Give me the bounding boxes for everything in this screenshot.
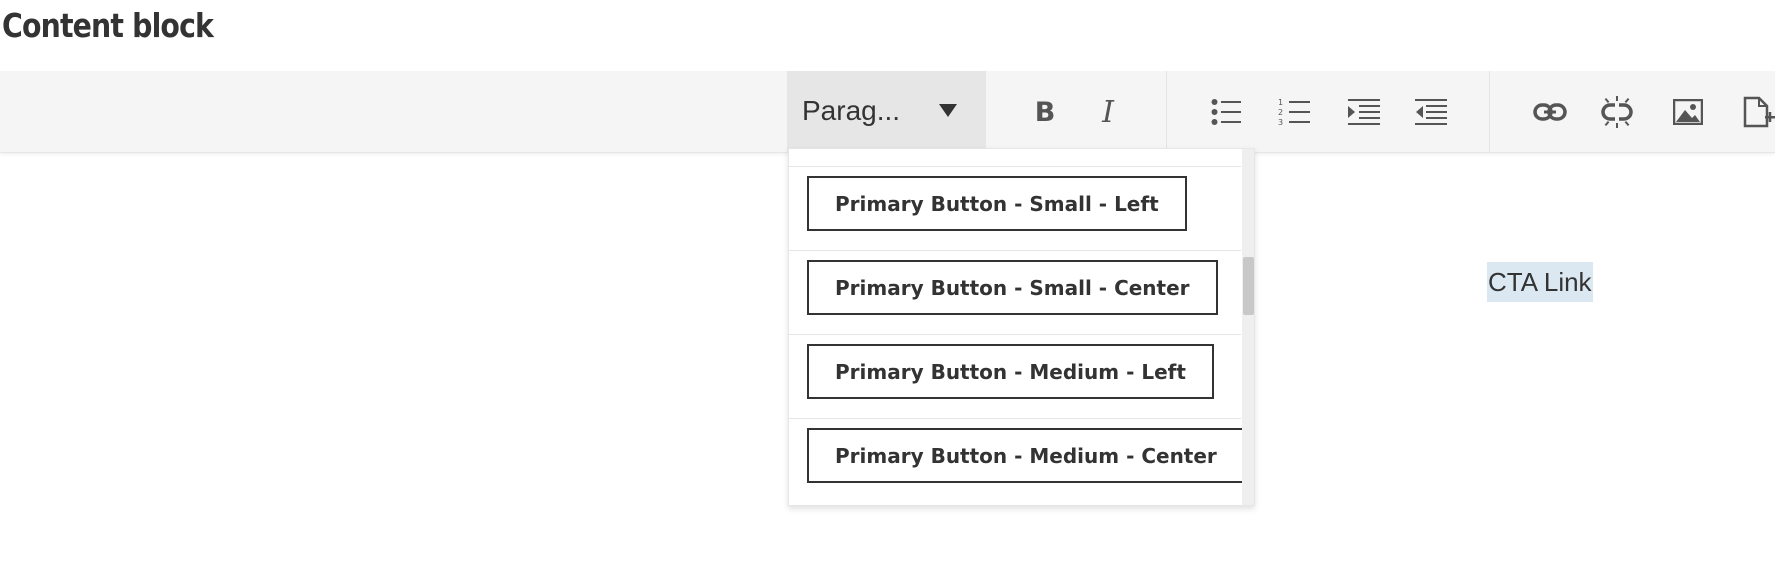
svg-text:1: 1 (1278, 98, 1283, 107)
svg-text:2: 2 (1278, 108, 1283, 117)
insert-file-icon (1743, 96, 1775, 128)
editor-toolbar: Parag... B I 1 2 3 (0, 71, 1775, 153)
dropdown-item-primary-medium-center[interactable]: Primary Button - Medium - Center (789, 418, 1245, 502)
dropdown-item-primary-medium-left[interactable]: Primary Button - Medium - Left (789, 334, 1241, 418)
insert-file-button[interactable] (1733, 91, 1775, 133)
bold-icon: B (1034, 96, 1056, 128)
indent-button[interactable] (1343, 91, 1385, 133)
link-button[interactable] (1529, 91, 1571, 133)
dropdown-item-label: Primary Button - Small - Center (807, 260, 1218, 315)
format-select[interactable]: Parag... (787, 71, 986, 153)
italic-button[interactable]: I (1087, 91, 1129, 133)
page-title: Content block (2, 6, 214, 45)
scrollbar-thumb[interactable] (1243, 257, 1254, 315)
numbered-list-icon: 1 2 3 (1278, 98, 1310, 127)
svg-text:3: 3 (1278, 118, 1283, 127)
toolbar-separator (1166, 71, 1167, 153)
dropdown-list: Primary Button - Small - Left Primary Bu… (789, 149, 1245, 505)
dropdown-item-primary-small-center[interactable]: Primary Button - Small - Center (789, 250, 1241, 334)
numbered-list-button[interactable]: 1 2 3 (1273, 91, 1315, 133)
dropdown-item-label: Primary Button - Small - Left (807, 176, 1187, 231)
link-icon (1533, 103, 1567, 121)
image-icon (1673, 99, 1703, 125)
bold-button[interactable]: B (1024, 91, 1066, 133)
toolbar-separator (1489, 71, 1490, 153)
italic-icon: I (1102, 94, 1114, 130)
dropdown-item-label: Primary Button - Medium - Center (807, 428, 1245, 483)
image-button[interactable] (1667, 91, 1709, 133)
dropdown-scrollbar[interactable] (1242, 149, 1254, 505)
format-select-value: Parag... (802, 95, 901, 126)
format-dropdown-menu: Primary Button - Small - Left Primary Bu… (788, 148, 1255, 506)
indent-icon (1348, 99, 1380, 125)
bulleted-list-button[interactable] (1205, 91, 1247, 133)
selected-cta-link-text[interactable]: CTA Link (1487, 262, 1593, 302)
dropdown-item-primary-small-left[interactable]: Primary Button - Small - Left (789, 166, 1241, 250)
unlink-icon (1601, 96, 1633, 128)
outdent-icon (1415, 99, 1447, 125)
dropdown-item-label: Primary Button - Medium - Left (807, 344, 1214, 399)
unlink-button[interactable] (1596, 91, 1638, 133)
outdent-button[interactable] (1410, 91, 1452, 133)
caret-down-icon (939, 104, 957, 117)
bulleted-list-icon (1211, 99, 1241, 125)
